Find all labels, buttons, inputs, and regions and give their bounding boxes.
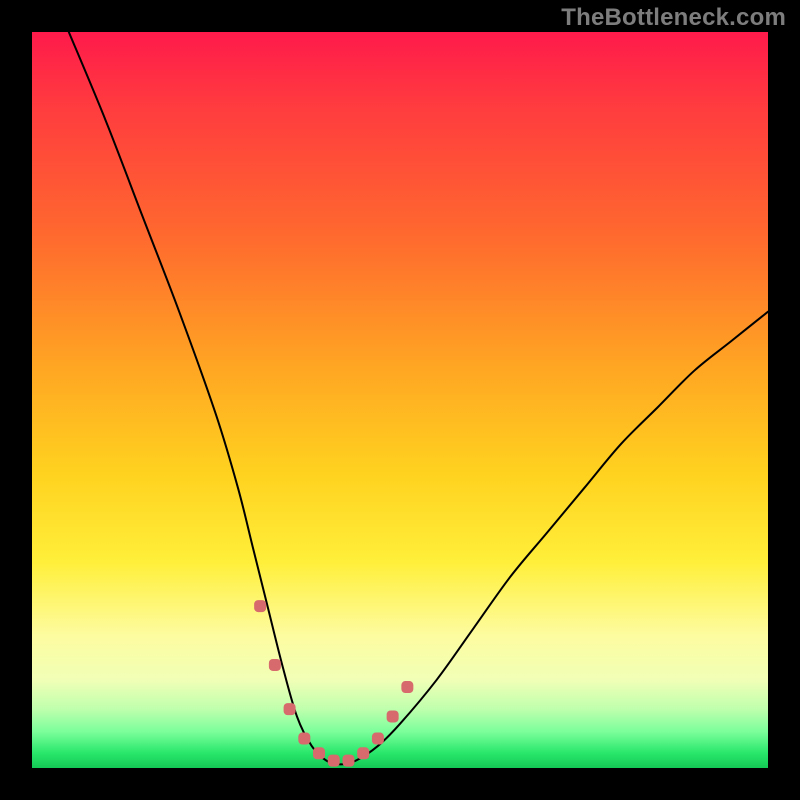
marker-dot: [357, 747, 369, 759]
plot-area: [32, 32, 768, 768]
marker-dot: [372, 733, 384, 745]
watermark-text: TheBottleneck.com: [561, 4, 786, 32]
marker-dot: [298, 733, 310, 745]
curve-layer: [32, 32, 768, 768]
marker-dot: [269, 659, 281, 671]
marker-dot: [328, 755, 340, 767]
marker-dot: [342, 755, 354, 767]
bottleneck-curve: [69, 32, 768, 764]
marker-dot: [254, 600, 266, 612]
near-zero-markers: [254, 600, 413, 767]
chart-stage: TheBottleneck.com: [0, 0, 800, 800]
marker-dot: [387, 710, 399, 722]
marker-dot: [401, 681, 413, 693]
marker-dot: [313, 747, 325, 759]
marker-dot: [284, 703, 296, 715]
